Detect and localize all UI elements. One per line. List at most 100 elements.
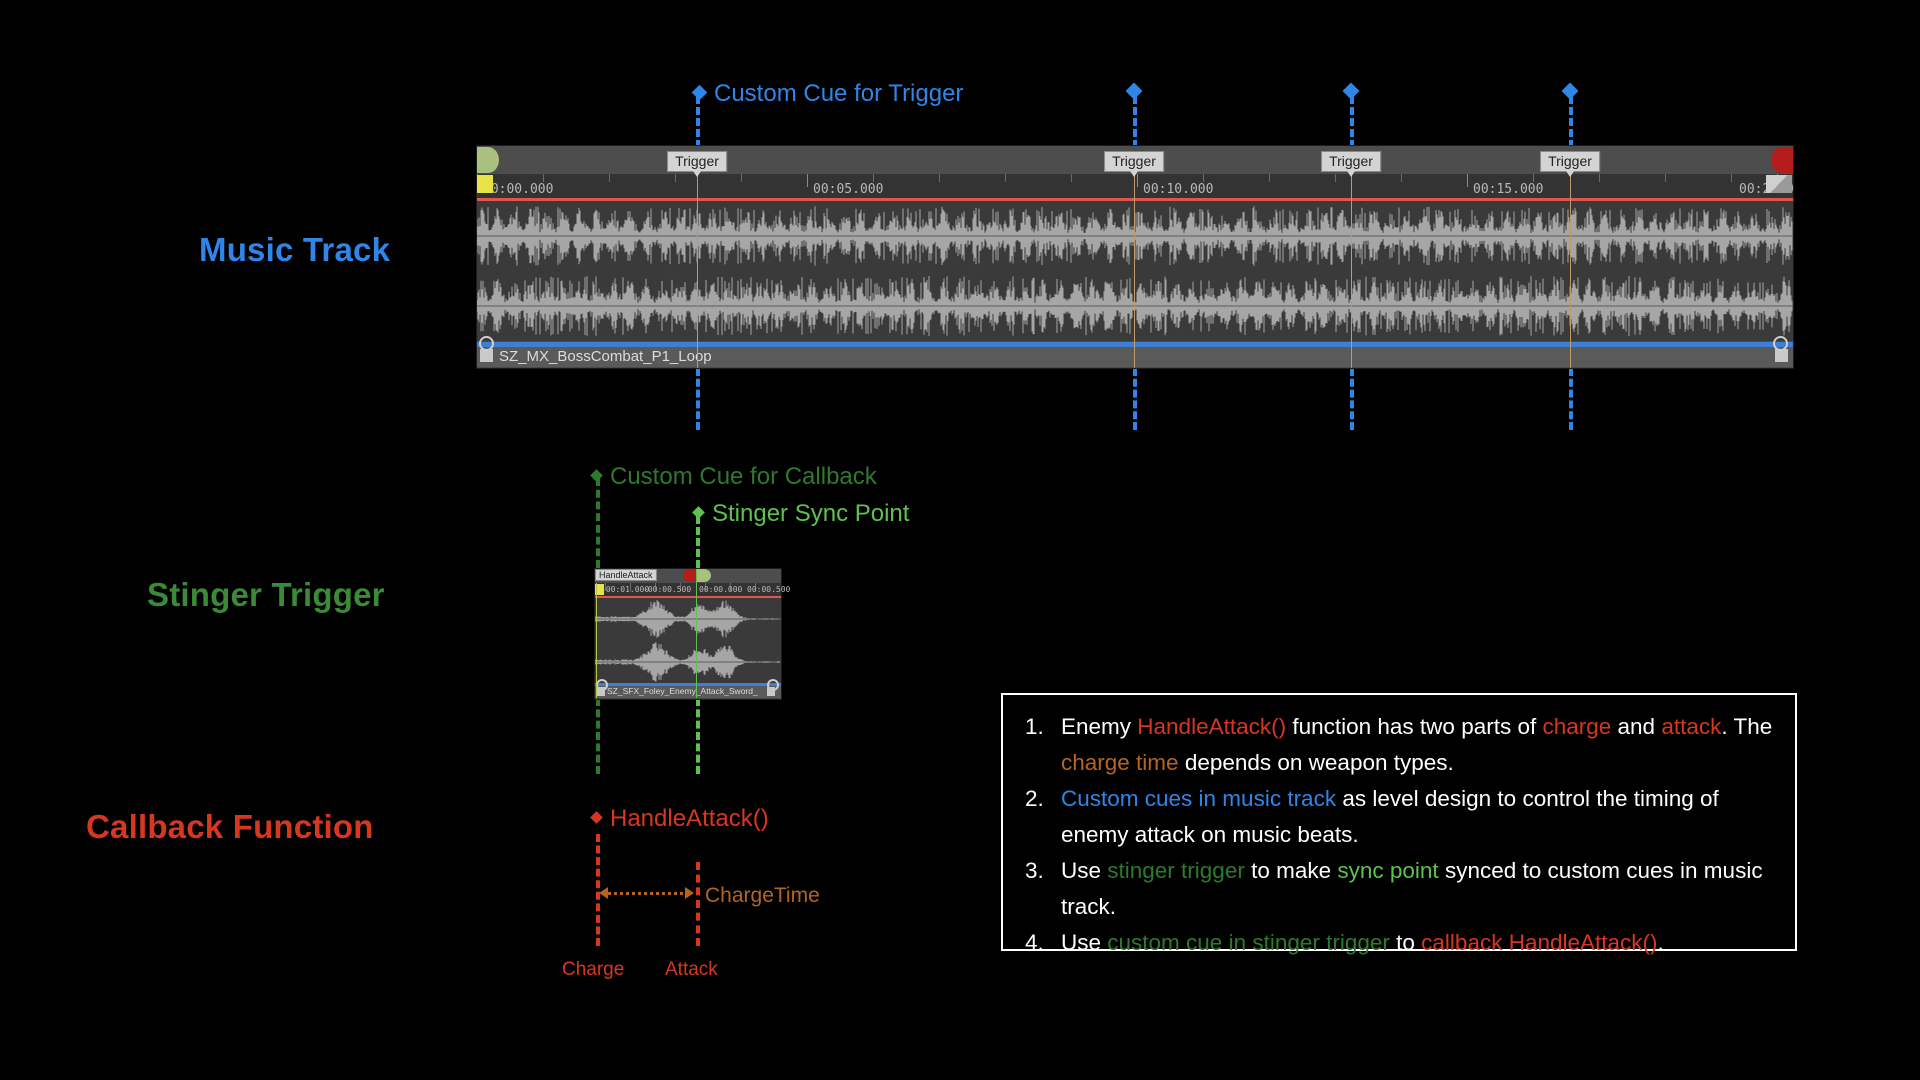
fade-handle-icon[interactable]	[1773, 336, 1788, 351]
trigger-marker-flag[interactable]: Trigger	[1540, 151, 1600, 177]
sync-point-right-cap-icon[interactable]	[697, 569, 711, 582]
note-number: 4.	[1025, 930, 1044, 955]
note-item: 1. Enemy HandleAttack() function has two …	[1025, 709, 1777, 780]
charge-time-arrow-left-head	[599, 887, 608, 899]
loop-end-tab-icon[interactable]	[1771, 147, 1793, 173]
loop-start-tab-icon[interactable]	[477, 147, 499, 173]
note-item: 4. Use custom cue in stinger trigger to c…	[1025, 925, 1777, 961]
note-item: 2. Custom cues in music track as level de…	[1025, 781, 1777, 852]
notes-panel: 1. Enemy HandleAttack() function has two …	[1001, 693, 1797, 955]
annotation-custom-cue-for-callback-label: Custom Cue for Callback	[610, 463, 877, 490]
cue-guide-line-3-bottom	[1350, 368, 1354, 430]
note-text-span: function has two parts of	[1286, 714, 1543, 739]
attack-label: Attack	[665, 959, 718, 980]
note-text-span: charge	[1542, 714, 1612, 739]
charge-time-label: ChargeTime	[705, 884, 820, 907]
cue-guide-line-3-top	[1350, 96, 1354, 148]
note-text-span: .	[1657, 930, 1664, 955]
note-number: 1.	[1025, 714, 1044, 739]
note-text-span: Use	[1061, 930, 1108, 955]
diamond-marker-icon	[1342, 82, 1360, 100]
callback-cue-guide-line	[596, 478, 600, 568]
clip-resize-handle-left[interactable]	[597, 687, 605, 696]
clip-resize-handle-right[interactable]	[1775, 349, 1788, 362]
time-ruler[interactable]: -00:01.000 -00:00.500 00:00.000 00:00.50…	[595, 583, 790, 597]
callback-cue-guide-line-lower	[596, 698, 600, 774]
stinger-trigger-waveform-widget[interactable]: HandleAttack -00:01.000 -00:00.500 00:00…	[594, 568, 790, 700]
note-number: 2.	[1025, 786, 1044, 811]
trigger-marker-flag[interactable]: Trigger	[1321, 151, 1381, 177]
note-text-span: depends on weapon types.	[1178, 749, 1454, 775]
sync-point-guide-line	[696, 516, 700, 568]
clip-name-label: SZ_SFX_Foley_Enemy_Attack_Sword_	[607, 686, 758, 696]
cue-guide-line-4-top	[1569, 96, 1573, 148]
marker-playhead	[1351, 174, 1352, 368]
checkered-end-flag-icon[interactable]	[1766, 175, 1792, 193]
handle-attack-cue-flag[interactable]: HandleAttack	[595, 569, 657, 581]
time-label: 00:00.500	[747, 585, 791, 594]
diamond-marker-icon	[1561, 82, 1579, 100]
time-label: 00:15.000	[1473, 182, 1544, 197]
notes-list: 1. Enemy HandleAttack() function has two …	[1003, 695, 1795, 961]
annotation-handle-attack: HandleAttack()	[590, 805, 769, 833]
note-text-span: Enemy	[1061, 714, 1138, 739]
trigger-marker-flag[interactable]: Trigger	[667, 151, 727, 177]
marker-playhead	[697, 174, 698, 368]
cue-guide-line-1-top	[696, 96, 700, 148]
section-label-stinger-trigger: Stinger Trigger	[147, 576, 385, 613]
cue-guide-line-2-top	[1133, 96, 1137, 148]
waveform-display[interactable]	[595, 598, 781, 683]
note-text-span: and	[1611, 714, 1662, 739]
note-text-span: to	[1389, 930, 1422, 955]
cue-guide-line-4-bottom	[1569, 368, 1573, 430]
charge-time-arrow-right-head	[685, 887, 694, 899]
sync-point-line	[696, 569, 697, 698]
marker-playhead	[1134, 174, 1135, 368]
diamond-marker-icon	[590, 811, 603, 825]
cue-guide-line-1-bottom	[696, 368, 700, 430]
note-text-span: custom cue in stinger trigger	[1107, 930, 1390, 955]
cue-guide-line-2-bottom	[1133, 368, 1137, 430]
note-text-span: callback HandleAttack()	[1421, 930, 1658, 955]
annotation-custom-cue-for-callback: Custom Cue for Callback	[590, 463, 877, 491]
note-text-span: Use	[1061, 858, 1108, 883]
clip-name-bar[interactable]: SZ_MX_BossCombat_P1_Loop	[477, 347, 1793, 367]
music-track-waveform-widget[interactable]: 00:00.000 00:05.000 00:10.000 00:15.000 …	[476, 145, 1794, 369]
time-label: -00:01.000	[601, 585, 650, 594]
section-label-music-track: Music Track	[199, 231, 391, 268]
time-label: 00:00.000	[483, 182, 554, 197]
clip-name-label: SZ_MX_BossCombat_P1_Loop	[499, 348, 712, 365]
note-text-span: Custom cues in music track	[1061, 786, 1337, 811]
stinger-waveform-svg	[595, 600, 781, 682]
time-label: 00:00.000	[699, 585, 743, 594]
sync-point-guide-line-lower	[696, 698, 700, 774]
section-label-callback-function: Callback Function	[86, 808, 374, 845]
note-text-span: sync point	[1337, 858, 1439, 883]
note-text-span: charge time	[1061, 749, 1179, 775]
marker-playhead	[1570, 174, 1571, 368]
attack-timeline-marker	[696, 862, 700, 946]
cursor-tab-icon[interactable]	[477, 175, 493, 193]
annotation-stinger-sync-point: Stinger Sync Point	[692, 500, 910, 528]
time-label: 00:10.000	[1143, 182, 1214, 197]
time-label: -00:00.500	[643, 585, 692, 594]
annotation-stinger-sync-point-label: Stinger Sync Point	[712, 500, 910, 527]
charge-time-arrow	[603, 892, 689, 895]
clip-name-bar[interactable]: SZ_SFX_Foley_Enemy_Attack_Sword_	[595, 686, 781, 698]
trigger-marker-flag[interactable]: Trigger	[1104, 151, 1164, 177]
sync-point-left-cap-icon[interactable]	[683, 569, 697, 582]
time-label: 00:05.000	[813, 182, 884, 197]
waveform-svg	[477, 206, 1793, 336]
time-ruler[interactable]: 00:00.000 00:05.000 00:10.000 00:15.000 …	[477, 174, 1794, 200]
clip-resize-handle-right[interactable]	[767, 687, 775, 696]
note-text-span: stinger trigger	[1107, 858, 1245, 883]
cue-line-yellow	[596, 583, 597, 698]
annotation-handle-attack-label: HandleAttack()	[610, 805, 769, 832]
note-text-span: . The	[1721, 714, 1773, 739]
waveform-display[interactable]	[477, 201, 1793, 341]
fade-handle-icon[interactable]	[479, 336, 494, 351]
charge-label: Charge	[562, 959, 625, 980]
note-number: 3.	[1025, 858, 1044, 883]
note-item: 3. Use stinger trigger to make sync point…	[1025, 853, 1777, 924]
note-text-span: HandleAttack()	[1137, 714, 1287, 739]
